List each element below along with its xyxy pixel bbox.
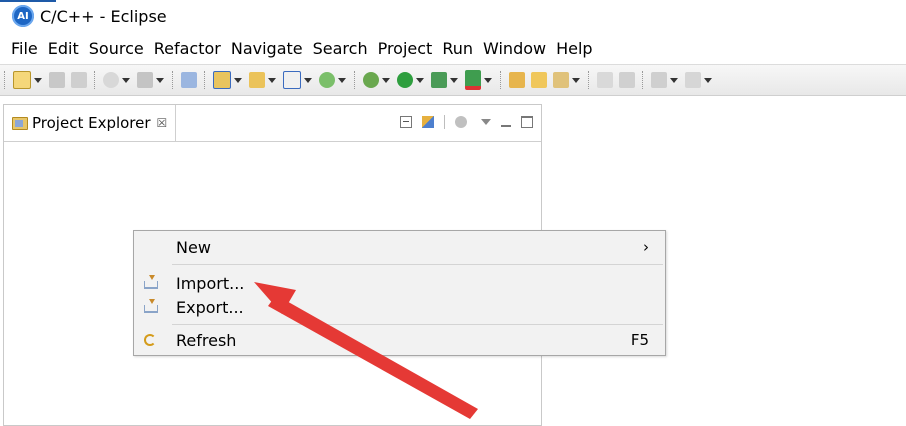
toolbar-separator <box>642 71 644 89</box>
new-class-icon[interactable] <box>319 72 335 88</box>
forward-dropdown-icon[interactable] <box>704 77 712 83</box>
run-external-icon[interactable] <box>431 72 447 88</box>
project-explorer-icon <box>12 116 28 130</box>
menu-file[interactable]: File <box>0 39 43 58</box>
toolbar-separator <box>354 71 356 89</box>
debug-icon[interactable] <box>363 72 379 88</box>
run-external-dropdown-icon[interactable] <box>450 77 458 83</box>
open-type-icon[interactable] <box>509 72 525 88</box>
filter-icon[interactable] <box>455 116 467 128</box>
context-menu: New › Import... Export... Refresh F5 <box>133 230 666 356</box>
menu-item-refresh[interactable]: Refresh F5 <box>134 328 665 352</box>
menu-item-label: Refresh <box>176 330 237 350</box>
menu-edit[interactable]: Edit <box>43 39 84 58</box>
build-config-dropdown-icon[interactable] <box>156 77 164 83</box>
menu-separator <box>172 324 663 325</box>
tab-label: Project Explorer <box>32 114 151 132</box>
save-icon[interactable] <box>49 72 65 88</box>
forward-icon[interactable] <box>685 72 701 88</box>
new-source-file-icon[interactable] <box>283 71 301 89</box>
minimize-icon[interactable] <box>501 119 511 127</box>
toolbar-separator <box>588 71 590 89</box>
new-folder-icon[interactable] <box>249 72 265 88</box>
tab-project-explorer[interactable]: Project Explorer ☒ <box>4 105 177 141</box>
debug-dropdown-icon[interactable] <box>382 77 390 83</box>
collapse-all-icon[interactable] <box>400 116 412 128</box>
main-toolbar <box>0 64 906 96</box>
new-folder-dropdown-icon[interactable] <box>268 77 276 83</box>
run-icon[interactable] <box>397 72 413 88</box>
search-dropdown-icon[interactable] <box>572 77 580 83</box>
menu-refactor[interactable]: Refactor <box>149 39 226 58</box>
back-icon[interactable] <box>651 72 667 88</box>
run-dropdown-icon[interactable] <box>416 77 424 83</box>
new-wizard-icon[interactable] <box>13 71 31 89</box>
eclipse-app-icon: AI <box>12 5 34 27</box>
back-dropdown-icon[interactable] <box>670 77 678 83</box>
menu-item-import[interactable]: Import... <box>134 271 665 295</box>
window-title-bar: AI C/C++ - Eclipse <box>0 0 906 32</box>
menu-window[interactable]: Window <box>478 39 551 58</box>
new-file-dropdown-icon[interactable] <box>304 77 312 83</box>
menu-separator <box>172 264 663 265</box>
menu-run[interactable]: Run <box>437 39 478 58</box>
toggle-mark-icon[interactable] <box>181 72 197 88</box>
new-project-dropdown-icon[interactable] <box>234 77 242 83</box>
menu-search[interactable]: Search <box>308 39 373 58</box>
new-cpp-project-icon[interactable] <box>213 71 231 89</box>
close-icon[interactable]: ☒ <box>157 116 168 130</box>
new-class-dropdown-icon[interactable] <box>338 77 346 83</box>
import-icon <box>144 275 158 289</box>
menu-item-label: New <box>176 237 211 257</box>
link-with-editor-icon[interactable] <box>422 116 434 128</box>
save-all-icon[interactable] <box>71 72 87 88</box>
toolbar-separator <box>500 71 502 89</box>
refresh-icon <box>144 334 156 346</box>
project-explorer-header: Project Explorer ☒ <box>4 105 541 142</box>
menu-source[interactable]: Source <box>84 39 149 58</box>
view-toolbar <box>390 115 533 129</box>
toolbar-separator <box>204 71 206 89</box>
title-accent-line <box>0 0 56 2</box>
view-toolbar-separator <box>444 115 445 129</box>
open-folder-icon[interactable] <box>531 72 547 88</box>
app-icon-text: AI <box>17 10 29 22</box>
coverage-icon[interactable] <box>465 70 481 90</box>
view-icon[interactable] <box>597 72 613 88</box>
toolbar-separator <box>94 71 96 89</box>
search-icon[interactable] <box>553 72 569 88</box>
menu-project[interactable]: Project <box>373 39 438 58</box>
new-dropdown-icon[interactable] <box>34 77 42 83</box>
shortcut-label: F5 <box>630 331 649 349</box>
export-icon <box>144 299 158 313</box>
menu-item-label: Import... <box>176 273 245 293</box>
menu-item-new[interactable]: New › <box>134 235 665 259</box>
next-annotation-icon[interactable] <box>619 72 635 88</box>
build-dropdown-icon[interactable] <box>122 77 130 83</box>
build-icon[interactable] <box>103 72 119 88</box>
submenu-arrow-icon: › <box>643 238 649 256</box>
maximize-icon[interactable] <box>521 116 533 128</box>
coverage-dropdown-icon[interactable] <box>484 77 492 83</box>
build-config-icon[interactable] <box>137 72 153 88</box>
menu-item-export[interactable]: Export... <box>134 295 665 319</box>
view-menu-icon[interactable] <box>481 119 491 125</box>
menu-navigate[interactable]: Navigate <box>226 39 308 58</box>
menu-item-label: Export... <box>176 297 244 317</box>
window-title: C/C++ - Eclipse <box>40 6 167 26</box>
toolbar-separator <box>172 71 174 89</box>
toolbar-separator <box>4 71 6 89</box>
menu-bar: File Edit Source Refactor Navigate Searc… <box>0 34 906 62</box>
menu-help[interactable]: Help <box>551 39 597 58</box>
